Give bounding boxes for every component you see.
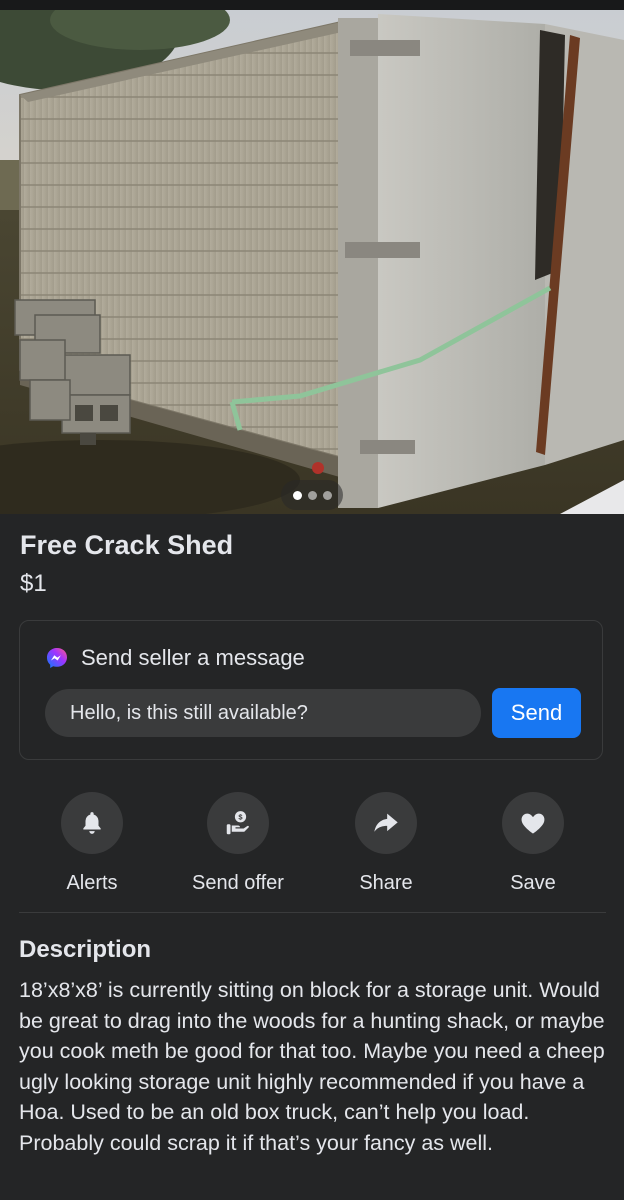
carousel-indicator (281, 480, 343, 510)
description-text: 18’x8’x8’ is currently sitting on block … (19, 978, 605, 1155)
save-button[interactable]: Save (458, 792, 608, 895)
message-header-label: Send seller a message (81, 645, 305, 670)
save-circle[interactable] (502, 792, 564, 854)
heart-icon (521, 813, 545, 834)
status-bar (0, 0, 624, 10)
send-offer-label: Send offer (192, 872, 284, 894)
carousel-dot (322, 490, 332, 500)
send-button[interactable]: Send (492, 688, 581, 738)
share-label: Share (359, 872, 413, 894)
message-header: Send seller a message (45, 645, 305, 671)
send-offer-circle[interactable]: $ (207, 792, 269, 854)
section-divider (19, 912, 606, 913)
alerts-button[interactable]: Alerts (17, 792, 167, 895)
box-truck-photo (0, 10, 624, 514)
message-input[interactable]: Hello, is this still available? (45, 689, 481, 737)
listing-title: Free Crack Shed (20, 530, 234, 560)
share-button[interactable]: Share (311, 792, 461, 895)
send-offer-button[interactable]: $ Send offer (163, 792, 313, 895)
share-circle[interactable] (355, 792, 417, 854)
message-seller-card: Send seller a message Hello, is this sti… (19, 620, 603, 760)
alerts-circle[interactable] (61, 792, 123, 854)
messenger-icon (47, 648, 67, 668)
description-heading: Description (19, 936, 152, 963)
carousel-dot (307, 490, 317, 500)
action-bar: Alerts $ Send offer Share Save (0, 792, 624, 895)
share-arrow-icon (374, 813, 398, 832)
listing-price: $1 (20, 570, 47, 597)
bell-icon (83, 812, 101, 834)
save-label: Save (510, 872, 556, 894)
alerts-label: Alerts (66, 872, 118, 894)
listing-photo[interactable] (0, 10, 624, 514)
carousel-dot-active (292, 490, 302, 500)
offer-icon: $ (226, 811, 249, 835)
